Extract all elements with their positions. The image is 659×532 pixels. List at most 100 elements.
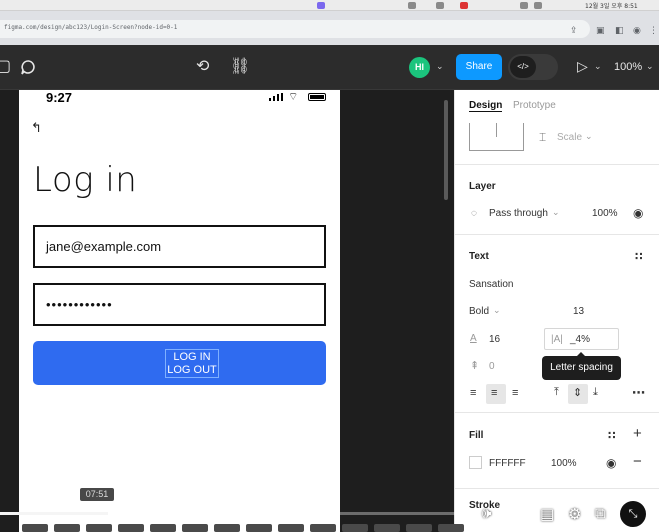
chevron-down-icon[interactable]: ⌄: [436, 61, 444, 72]
login-button-label[interactable]: LOG IN LOG OUT: [165, 349, 219, 378]
fill-swatch[interactable]: [469, 456, 482, 469]
text-styles-icon[interactable]: ∷: [635, 250, 643, 263]
status-icon[interactable]: [408, 2, 416, 9]
canvas-scrollbar[interactable]: [444, 100, 448, 200]
divider: [455, 488, 659, 489]
divider: [455, 234, 659, 235]
app-status-icon[interactable]: [317, 2, 325, 9]
align-top-icon[interactable]: ⤒: [554, 386, 559, 399]
captions-icon[interactable]: CC: [512, 507, 529, 520]
blend-mode-dropdown[interactable]: Pass through: [489, 208, 548, 219]
divider: [455, 164, 659, 165]
fill-opacity-input[interactable]: 100%: [551, 458, 577, 469]
play-icon[interactable]: ▷: [577, 58, 588, 75]
chevron-down-icon[interactable]: ⌄: [646, 61, 654, 72]
video-progress-fill: [0, 512, 109, 515]
address-bar[interactable]: figma.com/design/abc123/Login-Screen?nod…: [0, 20, 590, 38]
page-title: Log in: [33, 160, 138, 200]
letter-spacing-icon: |A|: [551, 334, 563, 345]
scrub-preview-time: 07:51: [80, 488, 114, 501]
more-options-icon[interactable]: ⋯: [632, 385, 645, 401]
url-text: figma.com/design/abc123/Login-Screen?nod…: [4, 24, 178, 31]
phone-frame[interactable]: 9:27 ⌔ ↰ Log in jane@example.com •••••••…: [19, 90, 340, 532]
wifi-icon: ⌔: [288, 91, 299, 103]
fill-styles-icon[interactable]: ∷: [608, 429, 616, 442]
link-icon[interactable]: ⛓: [230, 59, 250, 75]
layer-opacity[interactable]: 100%: [592, 208, 618, 219]
font-size-input[interactable]: 13: [573, 306, 584, 317]
align-center-icon[interactable]: ≡: [491, 387, 497, 399]
status-time: 9:27: [46, 90, 73, 105]
text-section-title: Text: [469, 251, 489, 262]
video-progress-bar[interactable]: [0, 512, 659, 515]
add-fill-icon[interactable]: +: [633, 425, 642, 442]
align-middle-icon[interactable]: ⇕: [573, 386, 582, 399]
blend-mode-icon: ◌: [471, 208, 477, 219]
os-menubar: 12월 3일 오후 8:51: [0, 0, 659, 11]
signal-icon: [269, 93, 283, 101]
dev-mode-icon: </>: [510, 56, 536, 78]
remove-fill-icon[interactable]: −: [633, 453, 642, 470]
chevron-down-icon[interactable]: ⌄: [585, 131, 593, 142]
tab-prototype[interactable]: Prototype: [513, 100, 556, 111]
chevron-down-icon[interactable]: ⌄: [594, 61, 602, 72]
menubar-clock[interactable]: 12월 3일 오후 8:51: [585, 1, 638, 10]
layer-section-title: Layer: [469, 181, 496, 192]
font-weight-dropdown[interactable]: Bold: [469, 306, 489, 317]
fill-hex-input[interactable]: FFFFFF: [489, 458, 526, 469]
sidebar-icon[interactable]: ◧: [615, 25, 624, 36]
line-height-input[interactable]: 16: [489, 334, 500, 345]
align-bottom-icon[interactable]: ⤓: [593, 386, 598, 399]
avatar[interactable]: HI: [409, 57, 430, 78]
letter-spacing-value[interactable]: _4%: [570, 334, 590, 345]
divider: [455, 412, 659, 413]
menu-icon[interactable]: ▢: [0, 59, 11, 75]
font-family-dropdown[interactable]: Sansation: [469, 279, 513, 290]
label-line-login: LOG IN: [173, 351, 211, 363]
picture-in-picture-icon[interactable]: ⧉: [595, 505, 606, 522]
label-line-logout: LOG OUT: [167, 364, 217, 376]
align-left-icon[interactable]: ≡: [470, 387, 476, 399]
profile-icon[interactable]: ◉: [633, 25, 641, 36]
paragraph-spacing-icon: ⇞: [470, 360, 480, 372]
transcript-icon[interactable]: ▤: [540, 505, 554, 523]
chevron-down-icon[interactable]: ⌄: [493, 305, 501, 316]
letter-spacing-input[interactable]: |A| _4%: [544, 328, 619, 350]
tab-design[interactable]: Design: [469, 100, 503, 112]
extension-icon[interactable]: ▣: [596, 25, 605, 36]
chapter-thumbnails: [0, 522, 464, 532]
password-field[interactable]: ••••••••••••: [33, 283, 326, 326]
settings-gear-icon[interactable]: ⚙: [568, 505, 581, 523]
scale-icon: ⌶: [539, 130, 547, 144]
email-field[interactable]: jane@example.com: [33, 225, 326, 268]
dev-mode-toggle[interactable]: </>: [508, 54, 558, 80]
login-button[interactable]: LOG IN LOG OUT: [33, 341, 326, 385]
status-icon[interactable]: [436, 2, 444, 9]
share-page-icon[interactable]: ⇪: [570, 25, 578, 36]
line-height-icon: A: [470, 333, 477, 344]
align-right-icon[interactable]: ≡: [512, 387, 518, 399]
wifi-status-icon[interactable]: [520, 2, 528, 9]
volume-icon[interactable]: 🕪: [482, 505, 491, 522]
scale-dropdown[interactable]: Scale: [557, 132, 582, 143]
eye-icon[interactable]: ◉: [606, 456, 616, 470]
back-arrow-icon[interactable]: ↰: [31, 120, 42, 136]
comment-icon[interactable]: [20, 59, 37, 76]
eye-icon[interactable]: ◉: [633, 206, 643, 220]
figma-toolbar: ▢ ⟲ ⛓ HI ⌄ Share </> ▷ ⌄ 100% ⌄: [0, 45, 659, 90]
control-center-icon[interactable]: [534, 2, 542, 9]
fill-section-title: Fill: [469, 430, 484, 441]
status-icon[interactable]: [460, 2, 468, 9]
paragraph-spacing-input[interactable]: 0: [489, 361, 495, 372]
browser-menu-icon[interactable]: ⋮: [649, 25, 658, 36]
zoom-level[interactable]: 100%: [614, 61, 642, 73]
properties-panel: Design Prototype ⌶ Scale ⌄ Layer ◌ Pass …: [454, 90, 659, 532]
letter-spacing-tooltip: Letter spacing: [542, 352, 621, 380]
battery-icon: [308, 93, 326, 101]
component-icon[interactable]: ⟲: [196, 59, 209, 75]
chevron-down-icon[interactable]: ⌄: [552, 207, 560, 218]
constraints-widget[interactable]: [469, 123, 524, 151]
exit-fullscreen-icon[interactable]: ⤡: [619, 500, 647, 528]
share-button[interactable]: Share: [456, 54, 502, 80]
browser-toolbar: figma.com/design/abc123/Login-Screen?nod…: [0, 11, 659, 45]
